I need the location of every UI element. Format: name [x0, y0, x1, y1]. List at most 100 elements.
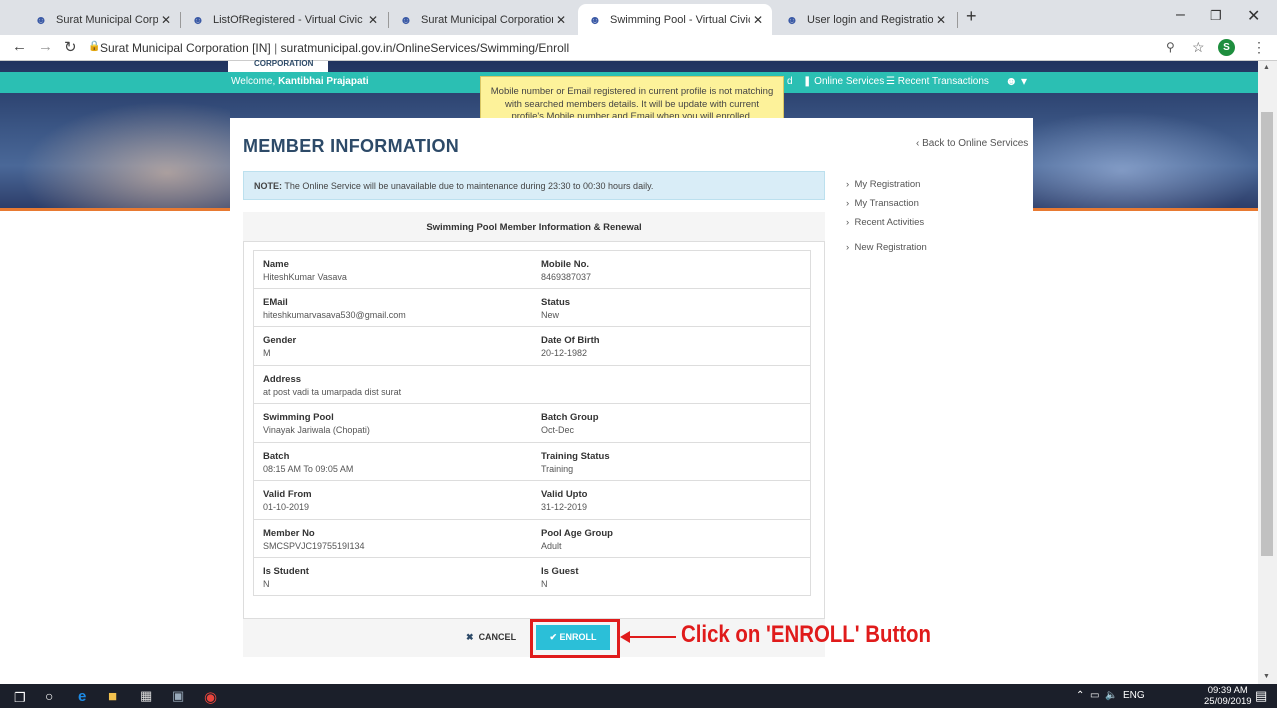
table-row: Gender M Date Of Birth 20-12-1982	[254, 327, 810, 366]
welcome-text: Welcome, Kantibhai Prajapati	[231, 76, 369, 87]
note-label: NOTE:	[254, 181, 282, 191]
cancel-button[interactable]: ✖ CANCEL	[466, 632, 516, 643]
note-text: The Online Service will be unavailable d…	[282, 181, 654, 191]
sidebar-item-recent-activities[interactable]: › Recent Activities	[846, 217, 924, 228]
field-value: at post vadi ta umarpada dist surat	[263, 387, 402, 397]
field-label: Address	[263, 374, 302, 385]
tab-label: Surat Municipal Corporation	[421, 13, 553, 26]
annotation-callout: Click on 'ENROLL' Button	[681, 621, 931, 648]
field-value: Training	[541, 464, 574, 474]
calculator-icon[interactable]: ▦	[140, 688, 152, 704]
network-icon[interactable]: ▭	[1090, 690, 1099, 701]
user-name: Kantibhai Prajapati	[278, 76, 369, 87]
nav-recent-transactions[interactable]: ☰ Recent Transactions	[886, 76, 989, 87]
profile-avatar[interactable]: S	[1218, 39, 1235, 56]
notifications-icon[interactable]: ▤	[1255, 688, 1267, 704]
reload-icon[interactable]: ↻	[64, 38, 77, 56]
field-label: Mobile No.	[541, 259, 590, 270]
browser-tab[interactable]: ☻ ListOfRegistered - Virtual Civic C ✕	[181, 4, 387, 35]
field-label: Batch Group	[541, 412, 599, 423]
url-field[interactable]: Surat Municipal Corporation [IN] | surat…	[100, 41, 569, 55]
clock-date: 25/09/2019	[1204, 696, 1252, 707]
back-arrow-icon[interactable]: ←	[12, 38, 27, 55]
browser-tab[interactable]: ☻ Surat Municipal Corporation ✕	[24, 4, 180, 35]
field-label: Training Status	[541, 451, 610, 462]
site-favicon-icon: ☻	[399, 12, 413, 27]
back-to-online-services-link[interactable]: ‹ Back to Online Services	[916, 138, 1028, 149]
field-value: N	[263, 579, 270, 589]
chrome-icon[interactable]: ◉	[204, 688, 217, 706]
close-tab-icon[interactable]: ✕	[933, 13, 949, 27]
scrollbar-thumb[interactable]	[1261, 112, 1273, 556]
field-value: N	[541, 579, 548, 589]
field-value: 20-12-1982	[541, 348, 588, 358]
forward-arrow-icon[interactable]: →	[38, 38, 53, 55]
language-indicator[interactable]: ENG	[1123, 690, 1145, 701]
field-value: 31-12-2019	[541, 502, 588, 512]
scroll-down-icon[interactable]: ▼	[1263, 673, 1270, 680]
close-tab-icon[interactable]: ✕	[553, 13, 569, 27]
site-favicon-icon: ☻	[785, 12, 799, 27]
close-tab-icon[interactable]: ✕	[750, 13, 766, 27]
online-services-icon: ❚	[803, 76, 812, 87]
lock-icon: 🔒	[88, 41, 101, 52]
field-value: 08:15 AM To 09:05 AM	[263, 464, 354, 474]
volume-icon[interactable]: 🔈	[1105, 690, 1117, 701]
field-label: Pool Age Group	[541, 528, 613, 539]
table-row: Name HiteshKumar Vasava Mobile No. 8469387…	[254, 251, 810, 289]
field-value: 8469387037	[541, 272, 592, 282]
field-value: 01-10-2019	[263, 502, 310, 512]
system-tray[interactable]: ⌃ ▭ 🔈 ENG	[1076, 690, 1145, 701]
field-value: M	[263, 348, 271, 358]
tab-label: ListOfRegistered - Virtual Civic C	[213, 13, 365, 26]
address-bar: ← → ↻ 🔒 Surat Municipal Corporation [IN]…	[0, 35, 1277, 61]
field-value: hiteshkumarvasava530@gmail.com	[263, 310, 406, 320]
table-row: EMail hiteshkumarvasava530@gmail.com Stat…	[254, 289, 810, 327]
table-row: Member No SMCSPVJC1975519I134 Pool Age Gr…	[254, 520, 810, 558]
sidebar-item-new-registration[interactable]: › New Registration	[846, 242, 927, 253]
site-favicon-icon: ☻	[191, 12, 205, 27]
table-row: Swimming Pool Vinayak Jariwala (Chopati) …	[254, 404, 810, 443]
nav-online-services[interactable]: ❚ Online Services	[803, 76, 884, 87]
close-tab-icon[interactable]: ✕	[365, 13, 381, 27]
page-title: MEMBER INFORMATION	[243, 136, 460, 156]
minimize-icon[interactable]: –	[1176, 6, 1185, 24]
user-account-icon[interactable]: ☻ ▾	[1005, 74, 1027, 88]
edge-browser-icon[interactable]: e	[78, 688, 86, 705]
tab-label: Surat Municipal Corporation	[56, 13, 158, 26]
tab-label: User login and Registration - Virt	[807, 13, 933, 26]
field-label: Member No	[263, 528, 315, 539]
browser-tab[interactable]: ☻ Surat Municipal Corporation ✕	[389, 4, 575, 35]
sidebar-item-my-transaction[interactable]: › My Transaction	[846, 198, 919, 209]
table-row: Is Student N Is Guest N	[254, 558, 810, 596]
scroll-up-icon[interactable]: ▲	[1263, 64, 1270, 71]
bookmark-star-icon[interactable]: ☆	[1192, 39, 1205, 56]
file-explorer-icon[interactable]: ■	[108, 688, 117, 705]
browser-tab-active[interactable]: ☻ Swimming Pool - Virtual Civic Ce ✕	[578, 4, 772, 35]
maximize-icon[interactable]: ❐	[1210, 8, 1222, 24]
search-circle-icon[interactable]: ○	[45, 688, 53, 704]
zoom-icon[interactable]: ⚲	[1166, 40, 1175, 54]
chevron-up-icon[interactable]: ⌃	[1076, 690, 1084, 701]
cancel-circle-icon: ✖	[466, 632, 474, 642]
taskbar-clock[interactable]: 09:39 AM 25/09/2019	[1204, 685, 1252, 707]
tab-label: Swimming Pool - Virtual Civic Ce	[610, 13, 750, 26]
field-value: Vinayak Jariwala (Chopati)	[263, 425, 370, 435]
annotation-arrow-line	[626, 636, 676, 638]
sidebar-item-my-registration[interactable]: › My Registration	[846, 179, 920, 190]
field-label: Valid Upto	[541, 489, 588, 500]
nav-link-partial[interactable]: d	[787, 76, 793, 87]
browser-tab[interactable]: ☻ User login and Registration - Virt ✕	[775, 4, 955, 35]
new-tab-icon[interactable]: +	[966, 6, 977, 27]
field-label: EMail	[263, 297, 288, 308]
close-window-icon[interactable]: ✕	[1247, 6, 1260, 26]
browser-menu-icon[interactable]: ⋮	[1252, 39, 1266, 56]
panel-title: Swimming Pool Member Information & Renew…	[243, 212, 825, 242]
field-label: Status	[541, 297, 571, 308]
browser-tab-bar: ☻ Surat Municipal Corporation ✕ ☻ ListOf…	[0, 0, 1277, 35]
close-tab-icon[interactable]: ✕	[158, 13, 174, 27]
photos-icon[interactable]: ▣	[172, 688, 184, 704]
site-logo[interactable]: CORPORATION	[228, 59, 328, 72]
url-path: suratmunicipal.gov.in/OnlineServices/Swi…	[280, 41, 570, 55]
windows-start-icon[interactable]: ❐	[14, 690, 26, 706]
